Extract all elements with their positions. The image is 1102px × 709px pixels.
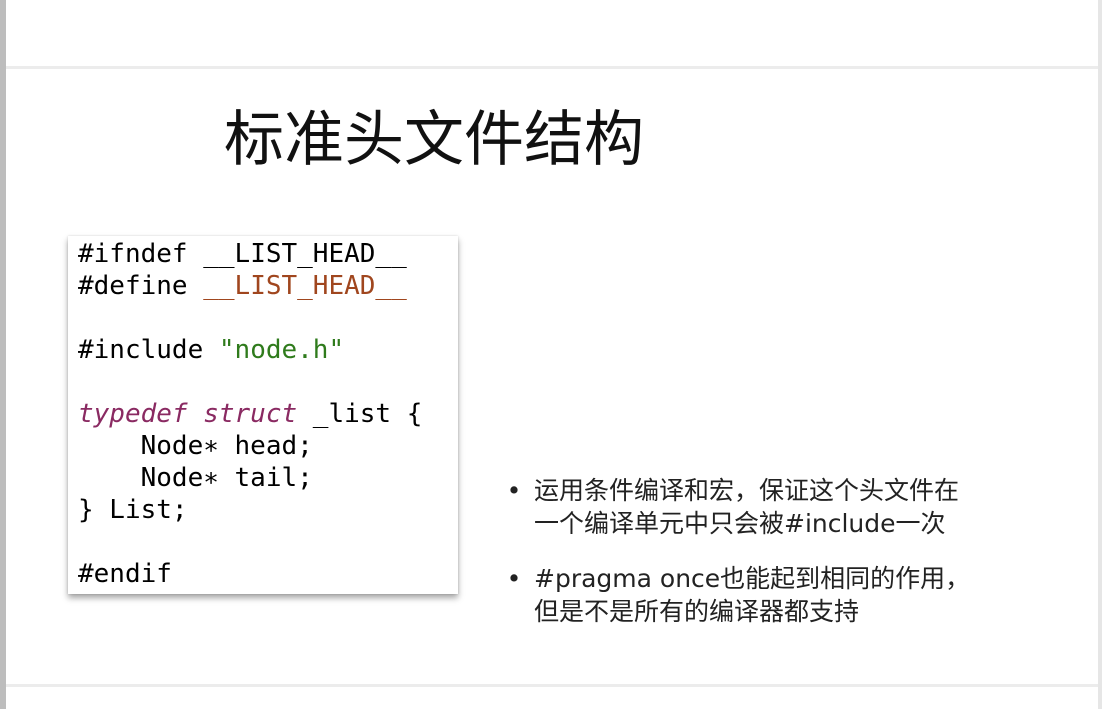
code-token-macro-name: __LIST_HEAD__ (203, 271, 407, 301)
code-line-define: #define __LIST_HEAD__ (78, 270, 407, 302)
code-token-ifndef: #ifndef (78, 239, 204, 269)
code-token-struct-name: _list { (297, 399, 423, 429)
code-token-include-path: "node.h" (218, 335, 345, 365)
bullet-item: • #pragma once也能起到相同的作用， 但是不是所有的编译器都支持 (504, 562, 1064, 628)
bullet-line: 一个编译单元中只会被#include一次 (534, 509, 946, 538)
slide-top-divider (6, 66, 1098, 69)
code-line-tail: Node∗ tail; (78, 463, 313, 493)
slide-bottom-divider (6, 684, 1098, 687)
code-line-head: Node∗ head; (78, 431, 313, 461)
window-right-border (1098, 0, 1102, 709)
bullet-dot: • (506, 564, 522, 593)
bullet-item: • 运用条件编译和宏，保证这个头文件在 一个编译单元中只会被#include一次 (504, 474, 1064, 540)
code-snippet-image: #ifndef __LIST_HEAD__ #define __LIST_HEA… (68, 236, 458, 594)
code-line-include: #include "node.h" (78, 334, 344, 366)
bullet-line: 运用条件编译和宏，保证这个头文件在 (534, 476, 960, 505)
bullet-dot: • (506, 476, 522, 505)
code-token-guard-name: __LIST_HEAD__ (203, 239, 407, 269)
window-left-border (0, 0, 6, 709)
code-line-typedef: typedef struct _list { (78, 398, 422, 430)
code-token-define: #define (78, 271, 204, 301)
bullet-line: #pragma once也能起到相同的作用， (534, 564, 971, 593)
code-token-include: #include (78, 335, 219, 365)
bullet-line: 但是不是所有的编译器都支持 (534, 597, 860, 626)
slide-title: 标准头文件结构 (224, 105, 644, 175)
bullet-list: • 运用条件编译和宏，保证这个头文件在 一个编译单元中只会被#include一次… (504, 474, 1064, 650)
code-line-close: } List; (78, 495, 188, 525)
code-line-ifndef: #ifndef __LIST_HEAD__ (78, 238, 407, 270)
code-token-typedef-struct: typedef struct (78, 399, 298, 429)
code-line-endif: #endif (78, 559, 172, 589)
